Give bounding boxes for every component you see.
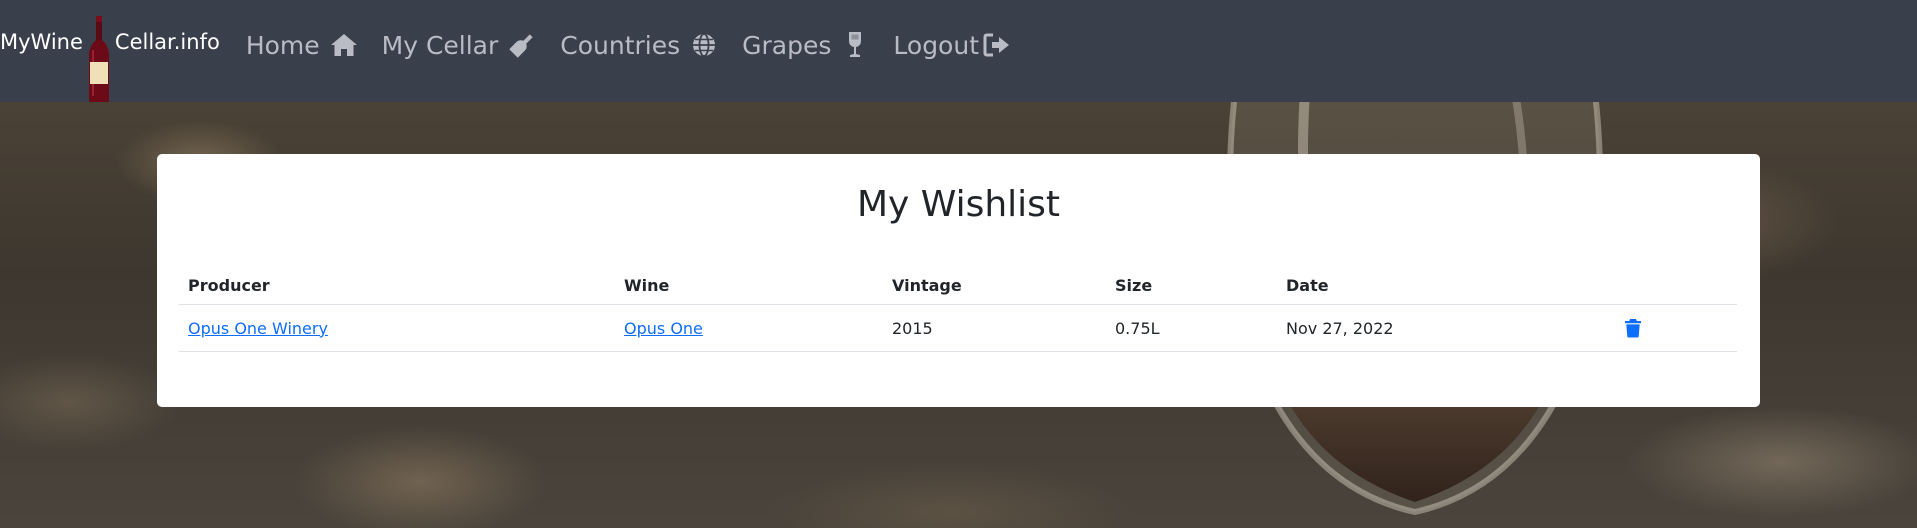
brand-link[interactable]: MyWine Cellar.info [0, 0, 220, 104]
wine-bottle-icon [508, 31, 536, 59]
cell-size: 0.75L [1106, 304, 1277, 352]
brand-text-part2: Cellar.info [114, 30, 220, 54]
wishlist-table: Producer Wine Vintage Size Date Opus One… [179, 266, 1737, 352]
sign-out-icon [983, 31, 1011, 59]
column-header-wine: Wine [615, 266, 883, 305]
nav-home-label: Home [245, 30, 320, 60]
cell-wine: Opus One [615, 304, 883, 352]
globe-icon [690, 31, 718, 59]
column-header-size: Size [1106, 266, 1277, 305]
wine-link[interactable]: Opus One [624, 319, 703, 338]
nav-logout-label: Logout [893, 30, 980, 60]
trash-icon[interactable] [1624, 318, 1642, 338]
brand-text-part1: MyWine [0, 30, 83, 54]
cell-date: Nov 27, 2022 [1277, 304, 1615, 352]
wine-bottle-icon [85, 16, 113, 104]
producer-link[interactable]: Opus One Winery [188, 319, 328, 338]
nav-logout[interactable]: Logout [893, 31, 1011, 60]
nav-countries[interactable]: Countries [560, 31, 718, 60]
column-header-vintage: Vintage [883, 266, 1106, 305]
nav-countries-label: Countries [560, 30, 681, 60]
cell-producer: Opus One Winery [179, 304, 615, 352]
navbar: MyWine Cellar.info Home My Cellar Countr… [0, 0, 1917, 104]
nav-my-cellar-label: My Cellar [381, 30, 499, 60]
main-nav: Home My Cellar Countries Grapes Logout [246, 0, 1035, 96]
wishlist-card: My Wishlist Producer Wine Vintage Size D… [157, 154, 1760, 407]
cell-actions [1615, 304, 1737, 352]
column-header-producer: Producer [179, 266, 615, 305]
table-header-row: Producer Wine Vintage Size Date [179, 266, 1737, 305]
wine-glass-icon [841, 31, 869, 59]
home-icon [330, 31, 358, 59]
nav-grapes[interactable]: Grapes [742, 31, 869, 60]
column-header-date: Date [1277, 266, 1615, 305]
nav-grapes-label: Grapes [742, 30, 832, 60]
nav-my-cellar[interactable]: My Cellar [382, 31, 537, 60]
cell-vintage: 2015 [883, 304, 1106, 352]
nav-home[interactable]: Home [246, 31, 358, 60]
table-row: Opus One Winery Opus One 2015 0.75L Nov … [179, 304, 1737, 352]
column-header-actions [1615, 266, 1737, 305]
page-title: My Wishlist [856, 184, 1061, 225]
